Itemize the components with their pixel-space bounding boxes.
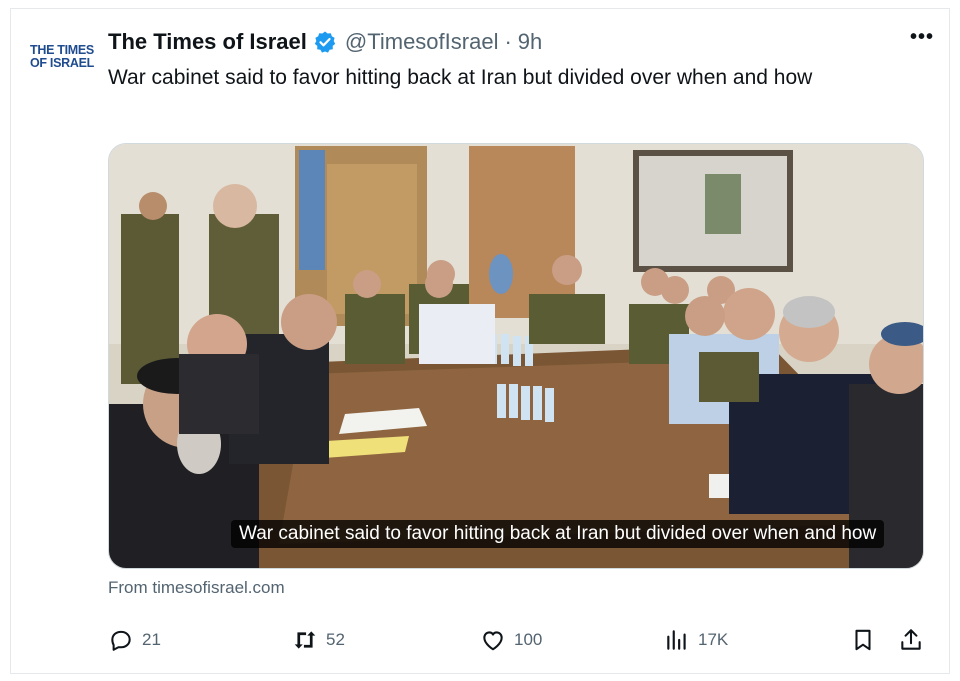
link-source[interactable]: From timesofisrael.com — [108, 578, 285, 598]
like-count: 100 — [514, 630, 543, 649]
account-handle[interactable]: @TimesofIsrael — [345, 29, 499, 55]
account-name[interactable]: The Times of Israel — [108, 29, 307, 55]
like-button[interactable]: 100 — [480, 620, 542, 660]
share-button[interactable] — [898, 620, 932, 660]
separator-dot: · — [504, 29, 512, 54]
views-count: 17K — [698, 630, 729, 649]
reply-count: 21 — [142, 630, 161, 649]
heart-icon — [483, 631, 503, 651]
retweet-icon — [294, 631, 316, 649]
views-button[interactable]: 17K — [664, 620, 728, 660]
logo-line-2: OF ISRAEL — [30, 56, 94, 70]
bookmark-button[interactable] — [850, 620, 884, 660]
reply-icon — [111, 630, 131, 651]
reply-button[interactable]: 21 — [108, 620, 161, 660]
retweet-count: 52 — [326, 630, 345, 649]
timestamp[interactable]: 9h — [518, 29, 542, 55]
share-icon — [901, 629, 921, 650]
media-card[interactable]: War cabinet said to favor hitting back a… — [108, 143, 924, 569]
more-options-button[interactable]: ••• — [910, 26, 934, 49]
avatar[interactable]: THE TIMES OF ISRAEL — [26, 36, 98, 78]
verified-badge-icon — [313, 30, 337, 54]
retweet-button[interactable]: 52 — [292, 620, 345, 660]
views-icon — [667, 630, 686, 650]
tweet-text: War cabinet said to favor hitting back a… — [108, 66, 813, 89]
bookmark-icon — [855, 629, 871, 651]
tweet-header: The Times of Israel @TimesofIsrael · 9h — [108, 26, 930, 58]
media-caption: War cabinet said to favor hitting back a… — [231, 520, 885, 548]
meeting-photo — [109, 144, 923, 568]
action-bar: 21 52 100 17K — [108, 620, 924, 660]
